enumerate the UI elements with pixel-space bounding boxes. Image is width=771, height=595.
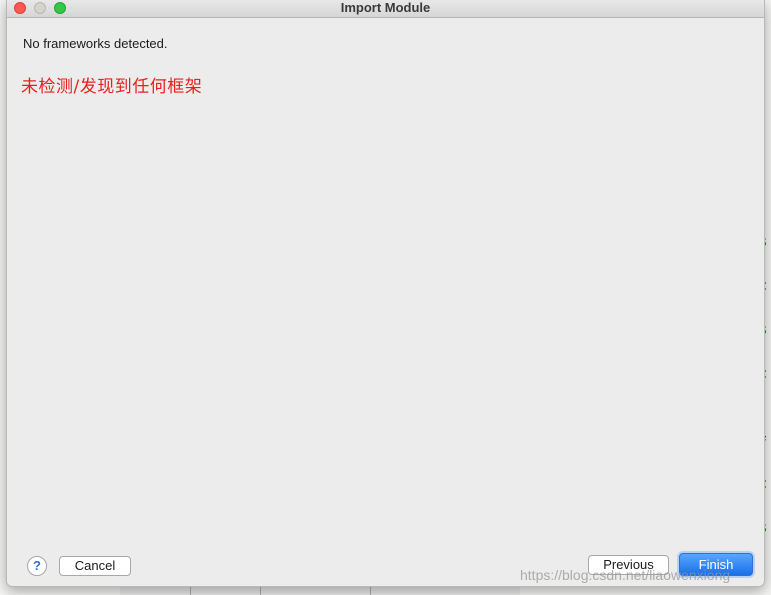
background-divider (370, 587, 371, 595)
background-divider (190, 587, 191, 595)
chinese-annotation: 未检测/发现到任何框架 (21, 77, 203, 97)
minimize-window-icon[interactable] (34, 2, 46, 14)
cancel-button[interactable]: Cancel (59, 556, 131, 576)
close-window-icon[interactable] (14, 2, 26, 14)
import-module-dialog: Import Module No frameworks detected. 未检… (6, 0, 765, 587)
background-divider (260, 587, 261, 595)
background-status-strip (120, 586, 520, 595)
help-button[interactable]: ? (27, 556, 47, 576)
title-bar[interactable]: Import Module (7, 0, 764, 18)
maximize-window-icon[interactable] (54, 2, 66, 14)
window-title: Import Module (340, 0, 431, 15)
watermark: https://blog.csdn.net/liaowenxiong (520, 567, 731, 583)
screen: S C S C F C S Import Module No framework… (0, 0, 771, 595)
frameworks-message: No frameworks detected. (23, 36, 168, 51)
